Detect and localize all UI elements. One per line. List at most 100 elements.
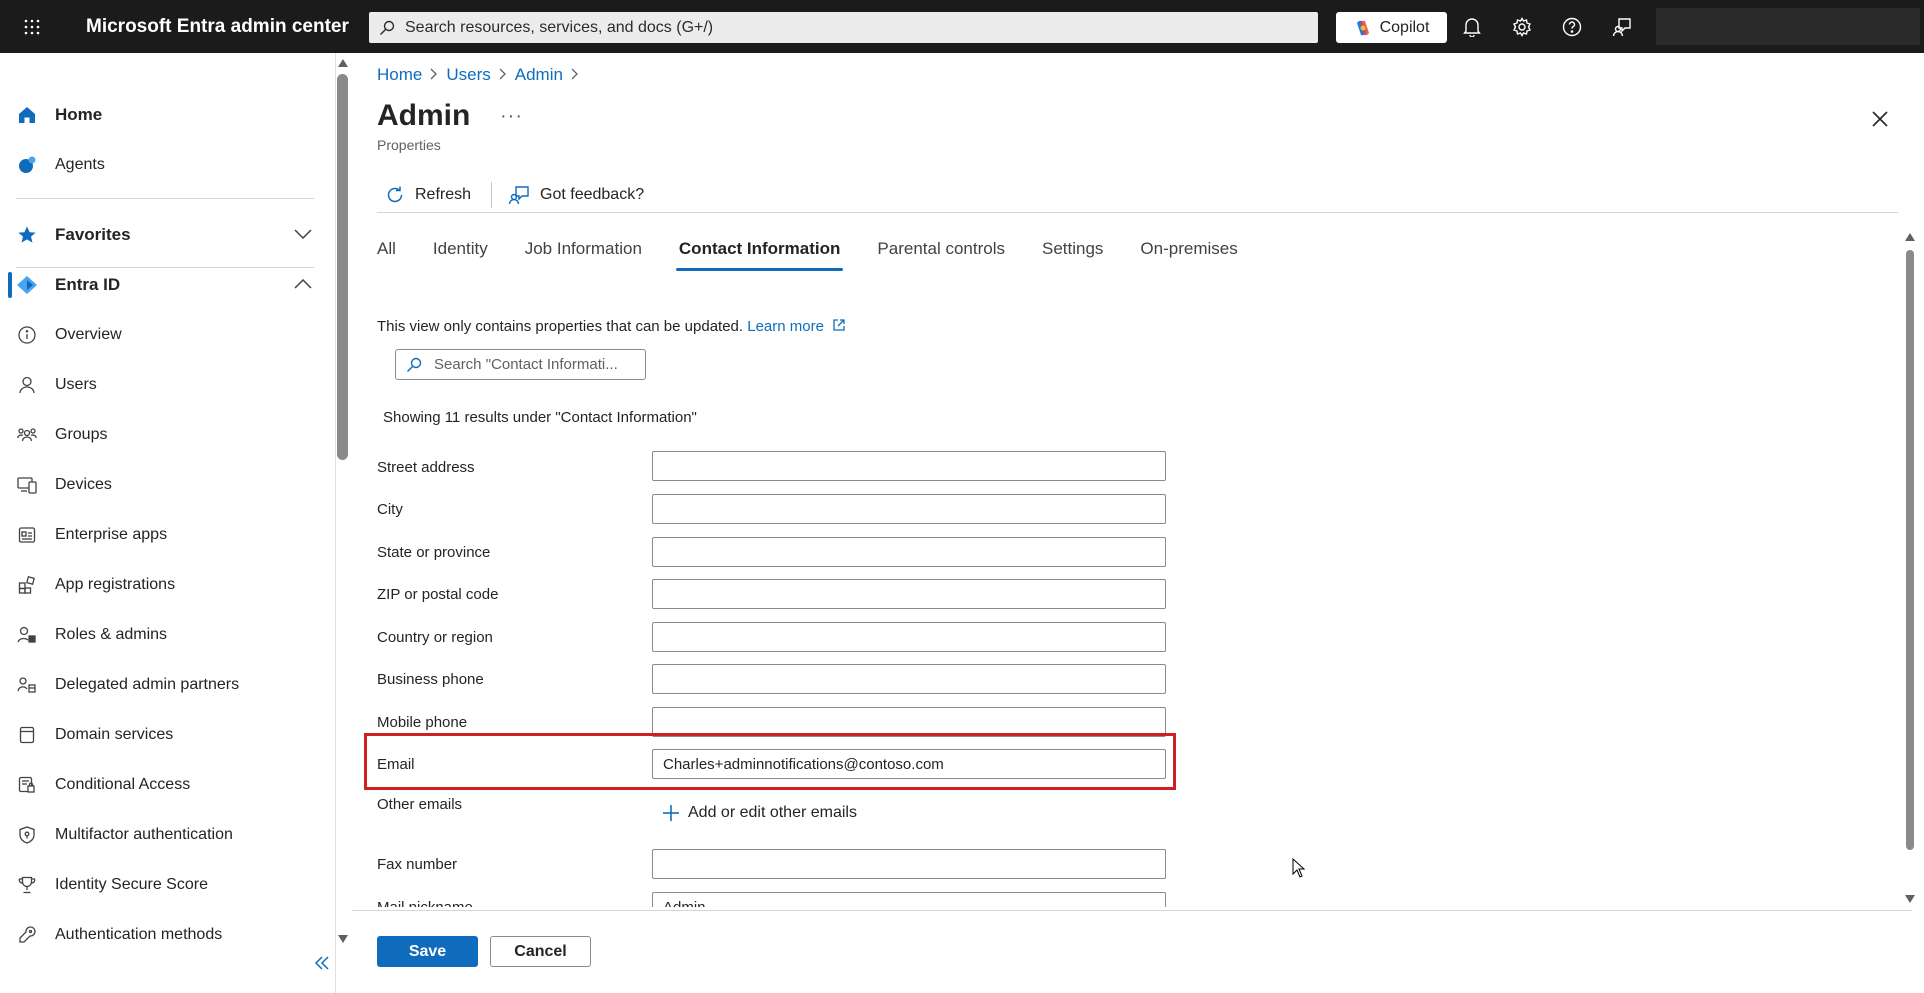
scroll-down-arrow-icon xyxy=(338,935,348,943)
settings-button[interactable] xyxy=(1508,13,1536,41)
street-address-input[interactable] xyxy=(652,451,1166,481)
roles-icon xyxy=(16,624,38,646)
global-search-input[interactable] xyxy=(405,18,1305,37)
property-search-input[interactable] xyxy=(434,356,634,373)
tab-on-premises[interactable]: On-premises xyxy=(1140,239,1237,271)
city-input[interactable] xyxy=(652,494,1166,524)
collapse-sidebar-button[interactable] xyxy=(314,953,330,976)
sidebar-item-agents[interactable]: Agents xyxy=(0,145,330,185)
sidebar-item-app-registrations[interactable]: App registrations xyxy=(0,565,330,605)
sidebar-item-groups[interactable]: Groups xyxy=(0,415,330,455)
tab-settings[interactable]: Settings xyxy=(1042,239,1103,271)
tab-parental-controls[interactable]: Parental controls xyxy=(877,239,1005,271)
city-label: City xyxy=(377,501,403,518)
search-icon xyxy=(380,20,395,35)
trophy-icon xyxy=(16,874,38,896)
property-search[interactable] xyxy=(395,349,646,380)
sidebar-item-label: Multifactor authentication xyxy=(55,826,233,843)
notifications-button[interactable] xyxy=(1458,13,1486,41)
breadcrumb: Home Users Admin xyxy=(377,65,579,85)
page-title: Admin xyxy=(377,99,471,132)
sidebar-item-label: Domain services xyxy=(55,726,174,743)
sidebar-item-users[interactable]: Users xyxy=(0,365,330,405)
partners-icon xyxy=(16,674,38,696)
feedback-icon xyxy=(508,186,529,205)
state-input[interactable] xyxy=(652,537,1166,567)
more-options-button[interactable]: ··· xyxy=(500,105,523,128)
street-address-label: Street address xyxy=(377,459,475,476)
learn-more-link[interactable]: Learn more xyxy=(747,318,846,335)
app-launcher-button[interactable] xyxy=(0,0,64,53)
feedback-icon xyxy=(1612,18,1631,37)
tab-identity[interactable]: Identity xyxy=(433,239,488,271)
sidebar-item-label: Roles & admins xyxy=(55,626,168,643)
cancel-button[interactable]: Cancel xyxy=(490,936,591,967)
tab-job-information[interactable]: Job Information xyxy=(525,239,642,271)
sidebar-scrollbar-thumb[interactable] xyxy=(337,74,348,460)
gear-icon xyxy=(1513,17,1531,37)
learn-more-label: Learn more xyxy=(747,318,824,335)
mail-nickname-label: Mail nickname xyxy=(377,899,473,907)
fax-label: Fax number xyxy=(377,856,458,873)
sidebar-item-label: Enterprise apps xyxy=(55,526,168,543)
sidebar-item-label: Agents xyxy=(55,156,105,173)
scroll-up-arrow-icon[interactable] xyxy=(1905,233,1915,241)
key-icon xyxy=(16,924,38,946)
add-other-emails-button[interactable]: Add or edit other emails xyxy=(662,804,857,822)
email-label: Email xyxy=(377,756,415,773)
sidebar-item-overview[interactable]: Overview xyxy=(0,315,330,355)
sidebar-item-enterprise-apps[interactable]: Enterprise apps xyxy=(0,515,330,555)
close-button[interactable] xyxy=(1868,107,1892,131)
devices-icon xyxy=(16,474,38,496)
refresh-icon xyxy=(387,186,403,203)
refresh-button[interactable]: Refresh xyxy=(377,185,483,205)
sidebar-item-delegated-admin-partners[interactable]: Delegated admin partners xyxy=(0,665,330,705)
feedback-button[interactable] xyxy=(1608,13,1636,41)
sidebar-item-home[interactable]: Home xyxy=(0,95,330,135)
main-content: Home Users Admin Admin ··· Properties Re… xyxy=(352,53,1924,993)
sidebar-item-entra-id[interactable]: Entra ID xyxy=(0,265,330,305)
content-scrollbar-thumb[interactable] xyxy=(1906,250,1914,850)
tab-all[interactable]: All xyxy=(377,239,396,271)
sidebar-item-label: Delegated admin partners xyxy=(55,676,240,693)
sidebar-item-label: Users xyxy=(55,376,97,393)
sidebar-item-roles-admins[interactable]: Roles & admins xyxy=(0,615,330,655)
sidebar-item-favorites[interactable]: Favorites xyxy=(0,215,330,255)
copilot-button[interactable]: Copilot xyxy=(1336,12,1447,43)
sidebar-item-multifactor-authentication[interactable]: Multifactor authentication xyxy=(0,815,330,855)
shield-icon xyxy=(16,824,38,846)
help-icon xyxy=(1562,17,1582,37)
global-search[interactable] xyxy=(369,12,1318,43)
save-button[interactable]: Save xyxy=(377,936,478,967)
business-phone-input[interactable] xyxy=(652,664,1166,694)
fax-input[interactable] xyxy=(652,849,1166,879)
sidebar-item-label: Devices xyxy=(55,476,112,493)
plus-icon xyxy=(663,805,679,821)
sidebar-item-identity-secure-score[interactable]: Identity Secure Score xyxy=(0,865,330,905)
home-icon xyxy=(16,104,38,126)
sidebar-item-conditional-access[interactable]: Conditional Access xyxy=(0,765,330,805)
conditional-access-icon xyxy=(16,774,38,796)
zip-input[interactable] xyxy=(652,579,1166,609)
breadcrumb-users[interactable]: Users xyxy=(446,65,490,85)
tab-contact-information[interactable]: Contact Information xyxy=(675,239,843,271)
got-feedback-button[interactable]: Got feedback? xyxy=(500,185,656,205)
sidebar-item-domain-services[interactable]: Domain services xyxy=(0,715,330,755)
sidebar-item-authentication-methods[interactable]: Authentication methods xyxy=(0,915,330,955)
refresh-label: Refresh xyxy=(415,186,472,203)
toolbar-divider xyxy=(491,182,493,208)
breadcrumb-home[interactable]: Home xyxy=(377,65,422,85)
sidebar-item-devices[interactable]: Devices xyxy=(0,465,330,505)
copilot-icon xyxy=(1356,20,1369,35)
email-input[interactable] xyxy=(652,749,1166,779)
app-title[interactable]: Microsoft Entra admin center xyxy=(86,16,349,38)
help-button[interactable] xyxy=(1558,13,1586,41)
account-manager[interactable] xyxy=(1656,8,1920,45)
country-input[interactable] xyxy=(652,622,1166,652)
scroll-down-arrow-icon[interactable] xyxy=(1905,895,1915,903)
app-registrations-icon xyxy=(16,574,38,596)
copilot-label: Copilot xyxy=(1379,18,1430,36)
mail-nickname-input[interactable] xyxy=(652,892,1166,907)
breadcrumb-admin[interactable]: Admin xyxy=(515,65,563,85)
external-link-icon xyxy=(833,319,845,331)
